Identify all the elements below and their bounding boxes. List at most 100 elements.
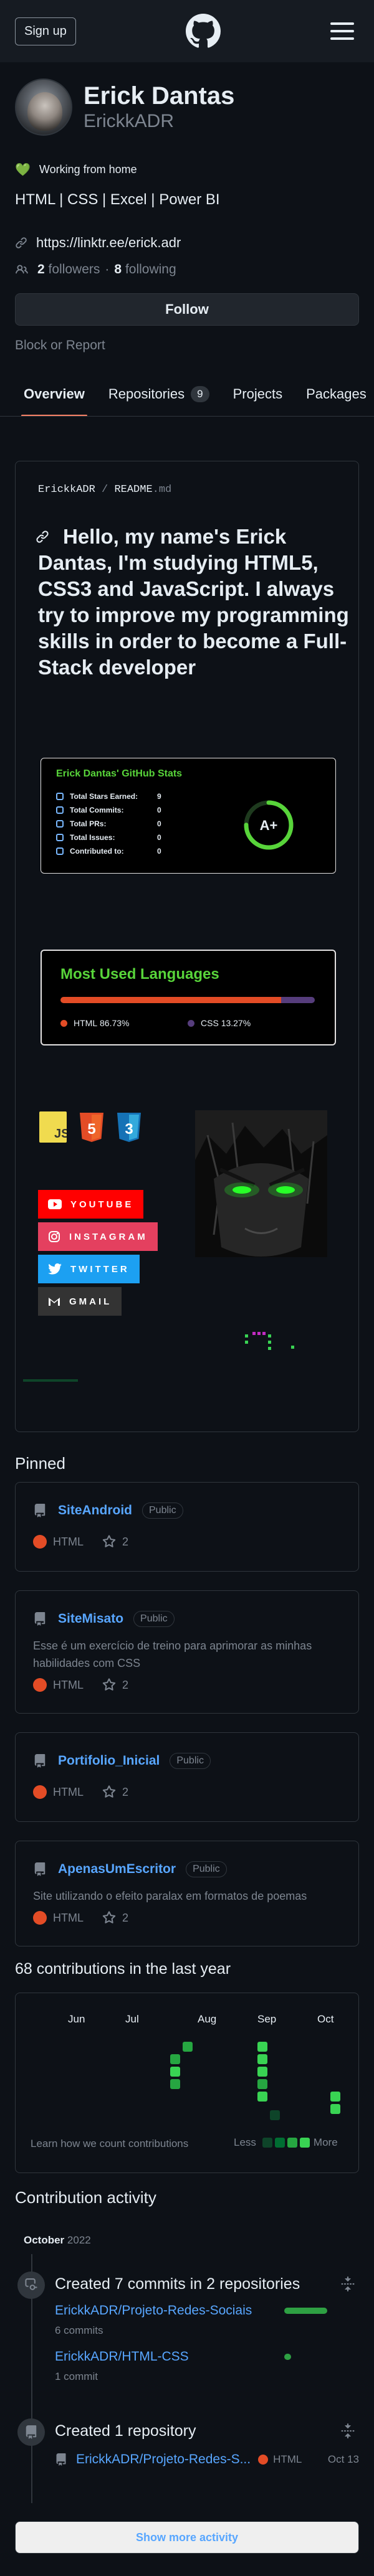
month-label: Sep — [257, 2013, 277, 2025]
show-more-activity-button[interactable]: Show more activity — [15, 2521, 359, 2554]
followers-row: 2 followers · 8 following — [15, 262, 359, 277]
gmail-icon — [48, 1296, 60, 1306]
pinned-repo-card[interactable]: SiteAndroid Public HTML 2 — [15, 1482, 359, 1572]
repositories-count-badge: 9 — [191, 386, 209, 402]
youtube-badge[interactable]: YOUTUBE — [38, 1190, 144, 1219]
block-or-report-link[interactable]: Block or Report — [15, 338, 359, 353]
tab-repositories[interactable]: Repositories 9 — [108, 386, 209, 416]
pull-request-icon — [56, 820, 64, 828]
twitter-badge[interactable]: TWITTER — [38, 1255, 140, 1283]
star-count[interactable]: 2 — [122, 1679, 128, 1692]
month-label: Jun — [68, 2013, 85, 2025]
instagram-badge[interactable]: INSTAGRAM — [38, 1222, 158, 1251]
clock-icon — [56, 806, 64, 814]
hamburger-menu-icon[interactable] — [330, 22, 354, 40]
github-stats-card: Erick Dantas' GitHub Stats Total Stars E… — [41, 758, 336, 874]
fold-icon[interactable] — [340, 2423, 355, 2438]
star-icon[interactable] — [102, 1535, 116, 1549]
github-logo-icon[interactable] — [185, 14, 221, 49]
svg-text:3: 3 — [125, 1121, 133, 1138]
twitter-icon — [48, 1263, 62, 1275]
contribution-day[interactable] — [257, 2079, 267, 2089]
languages-bar — [60, 997, 315, 1003]
contribution-legend: Less More — [234, 2136, 338, 2148]
commit-count-link[interactable]: 1 commit — [55, 2371, 98, 2383]
language-color-dot — [33, 1678, 47, 1692]
month-label: Aug — [198, 2013, 217, 2025]
profile-tabs: Overview Repositories 9 Projects Packages — [0, 377, 374, 417]
activity-repo-link[interactable]: ErickkADR/HTML-CSS — [55, 2349, 189, 2364]
contribution-day[interactable] — [330, 2092, 340, 2102]
activity-event-title: Created 7 commits in 2 repositories — [55, 2275, 300, 2293]
tab-projects[interactable]: Projects — [233, 386, 282, 416]
star-count[interactable]: 2 — [122, 1786, 128, 1799]
star-count[interactable]: 2 — [122, 1912, 128, 1925]
repo-description: Esse é um exercício de treino para aprim… — [33, 1639, 312, 1669]
language-color-dot — [33, 1785, 47, 1799]
repo-language: HTML — [53, 1785, 84, 1798]
repo-name-link[interactable]: SiteMisato — [58, 1611, 123, 1626]
grade-label: A+ — [260, 818, 278, 833]
signup-button[interactable]: Sign up — [15, 17, 76, 45]
language-color-dot — [258, 2455, 269, 2465]
star-count[interactable]: 2 — [122, 1536, 128, 1549]
repo-language: HTML — [53, 1678, 84, 1691]
issue-icon — [56, 834, 64, 841]
activity-repo-link[interactable]: ErickkADR/Projeto-Redes-Sociais — [55, 2303, 252, 2318]
readme-path: ErickkADR / README.md — [38, 484, 172, 496]
contribution-day[interactable] — [257, 2067, 267, 2077]
stats-title: Erick Dantas' GitHub Stats — [56, 768, 183, 779]
repo-name-link[interactable]: Portifolio_Inicial — [58, 1753, 160, 1768]
anchor-link-icon[interactable] — [36, 530, 49, 544]
css3-icon: 3 — [117, 1113, 141, 1142]
created-repo-link[interactable]: ErickkADR/Projeto-Redes-S... — [76, 2452, 251, 2467]
instagram-icon — [48, 1230, 60, 1243]
pinned-repo-card[interactable]: ApenasUmEscritor Public Site utilizando o… — [15, 1841, 359, 1946]
contribution-day[interactable] — [257, 2054, 267, 2064]
website-link[interactable]: https://linktr.ee/erick.adr — [36, 235, 181, 251]
learn-contributions-link[interactable]: Learn how we count contributions — [31, 2138, 188, 2150]
contribution-day[interactable] — [170, 2067, 180, 2077]
contribution-day[interactable] — [330, 2104, 340, 2114]
user-status[interactable]: 💚 Working from home — [15, 162, 359, 177]
contribution-snake-animation — [23, 1332, 294, 1382]
css-color-dot — [188, 1019, 194, 1027]
repo-name-link[interactable]: ApenasUmEscritor — [58, 1862, 176, 1877]
contribution-day[interactable] — [170, 2079, 180, 2089]
tab-overview[interactable]: Overview — [21, 386, 87, 416]
pinned-repo-card[interactable]: Portifolio_Inicial Public HTML 2 — [15, 1732, 359, 1822]
contribution-day[interactable] — [170, 2054, 180, 2064]
followers-link[interactable]: 2 followers — [37, 262, 100, 277]
gmail-badge[interactable]: GMAIL — [38, 1287, 122, 1316]
following-link[interactable]: 8 following — [114, 262, 176, 277]
html-color-dot — [60, 1019, 67, 1027]
pinned-heading: Pinned — [15, 1454, 65, 1473]
language-legend-html: HTML 86.73% — [60, 1018, 130, 1028]
readme-path-user[interactable]: ErickkADR — [38, 484, 95, 496]
profile-full-name: Erick Dantas — [84, 82, 235, 110]
tab-packages[interactable]: Packages — [306, 386, 367, 416]
commit-count-link[interactable]: 6 commits — [55, 2324, 103, 2337]
repo-name-link[interactable]: SiteAndroid — [58, 1503, 132, 1518]
repo-icon — [34, 1862, 46, 1876]
languages-title: Most Used Languages — [60, 966, 219, 983]
avatar[interactable] — [15, 78, 72, 136]
contribution-day[interactable] — [270, 2110, 280, 2120]
contribution-day[interactable] — [257, 2042, 267, 2052]
created-date: Oct 13 — [327, 2453, 359, 2465]
readme-path-file[interactable]: README — [114, 484, 152, 496]
language-legend-css: CSS 13.27% — [188, 1018, 251, 1028]
visibility-badge: Public — [170, 1753, 211, 1769]
month-label: Oct — [317, 2013, 334, 2025]
fold-icon[interactable] — [340, 2276, 355, 2291]
pinned-repo-card[interactable]: SiteMisato Public Esse é um exercício de … — [15, 1590, 359, 1714]
star-icon[interactable] — [102, 1785, 116, 1799]
follow-button[interactable]: Follow — [15, 293, 359, 326]
created-repo-row: ErickkADR/Projeto-Redes-S... HTML Oct 13 — [55, 2452, 359, 2467]
contribution-day[interactable] — [183, 2042, 193, 2052]
star-icon[interactable] — [102, 1678, 116, 1692]
repo-language: HTML — [53, 1535, 84, 1548]
commit-share-bar — [284, 2308, 327, 2314]
star-icon[interactable] — [102, 1911, 116, 1925]
contribution-day[interactable] — [257, 2092, 267, 2102]
